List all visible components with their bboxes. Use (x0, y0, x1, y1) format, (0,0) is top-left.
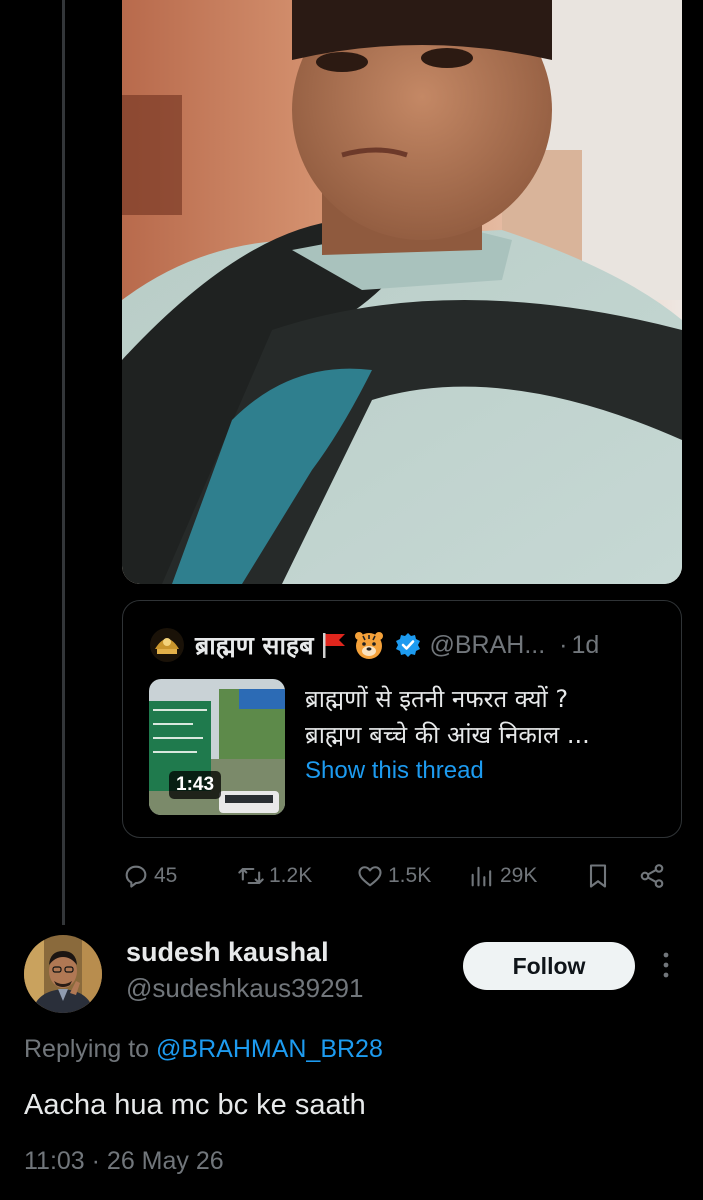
quoted-author-avatar[interactable] (149, 627, 185, 663)
reply-author-name[interactable]: sudesh kaushal (126, 937, 329, 968)
repost-icon (238, 867, 264, 885)
share-button[interactable] (638, 856, 670, 896)
boy-selfie-photo (122, 0, 682, 584)
reply-count: 45 (154, 864, 178, 887)
bookmark-button[interactable] (584, 856, 616, 896)
reply-timestamp[interactable]: 11:03 · 26 May 26 (24, 1147, 224, 1176)
views-count: 29K (500, 864, 538, 887)
quoted-text-line-2: ब्राह्मण बच्चे की आंख निकाल ... (305, 721, 590, 749)
red-flag-icon (323, 633, 346, 658)
quoted-tweet-header: ब्राह्मण साहब @BRAH... · 1d (149, 625, 659, 665)
replying-to-line: Replying to @BRAHMAN_BR28 (24, 1035, 383, 1064)
quoted-tweet-text: ब्राह्मणों से इतनी नफरत क्यों ? ब्राह्मण… (305, 681, 661, 789)
quoted-tweet-time[interactable]: 1d (572, 631, 600, 660)
like-button[interactable]: 1.5K (356, 856, 431, 896)
repost-count: 1.2K (269, 864, 313, 887)
reply-button[interactable]: 45 (122, 856, 177, 896)
views-button[interactable]: 29K (468, 856, 537, 896)
reply-author-handle[interactable]: @sudeshkaus39291 (126, 973, 363, 1004)
quoted-tweet-card[interactable]: ब्राह्मण साहब @BRAH... · 1d 1:43 ब्राह्म… (122, 600, 682, 838)
reply-author-avatar[interactable] (24, 935, 102, 1013)
quoted-video-thumbnail[interactable]: 1:43 (149, 679, 285, 815)
replying-to-prefix: Replying to (24, 1035, 150, 1063)
share-icon (640, 864, 664, 888)
tiger-face-icon (355, 632, 384, 659)
quoted-author-handle[interactable]: @BRAH... (429, 631, 545, 660)
video-duration-badge: 1:43 (169, 771, 222, 799)
views-chart-icon (471, 866, 492, 887)
like-count: 1.5K (388, 864, 432, 887)
tweet-photo[interactable] (122, 0, 682, 584)
bookmark-icon (589, 864, 607, 888)
replying-to-mention[interactable]: @BRAHMAN_BR28 (156, 1035, 383, 1063)
reply-bubble-icon (125, 865, 147, 888)
verified-badge-icon (396, 633, 421, 657)
thread-connector-line (62, 0, 65, 925)
tweet-action-bar: 45 1.2K 1.5K 29K (122, 856, 682, 896)
quoted-author-name[interactable]: ब्राह्मण साहब (195, 628, 313, 662)
heart-icon (358, 866, 382, 887)
show-thread-link[interactable]: Show this thread (305, 753, 661, 789)
repost-button[interactable]: 1.2K (237, 856, 312, 896)
reply-text: Aacha hua mc bc ke saath (24, 1089, 366, 1121)
follow-button[interactable]: Follow (463, 942, 635, 990)
quoted-text-line-1: ब्राह्मणों से इतनी नफरत क्यों ? (305, 685, 569, 713)
more-options-icon[interactable] (656, 949, 676, 981)
profile-photo (24, 935, 102, 1013)
meta-separator: · (559, 630, 568, 659)
